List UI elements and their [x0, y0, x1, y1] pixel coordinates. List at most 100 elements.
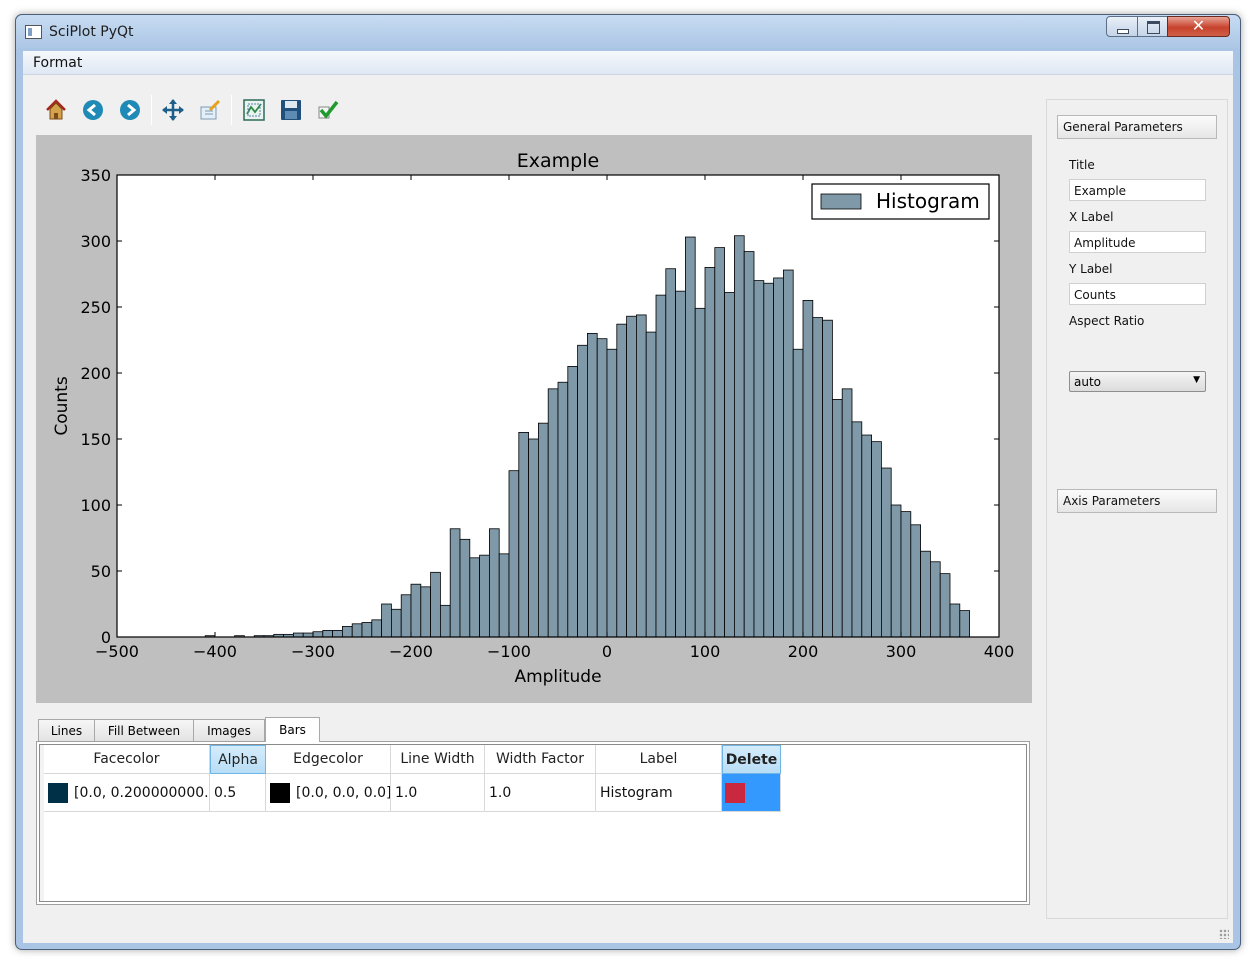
cell-line-width[interactable]: 1.0: [391, 774, 485, 812]
title-bar[interactable]: SciPlot PyQt ✕: [16, 15, 1240, 51]
window-title: SciPlot PyQt: [49, 24, 134, 40]
histogram-bar: [920, 550, 931, 638]
title-input[interactable]: Example: [1069, 179, 1206, 201]
title-label: Title: [1069, 158, 1095, 172]
histogram-bar: [528, 438, 539, 638]
y-tick-label: 0: [101, 628, 111, 647]
header-edgecolor[interactable]: Edgecolor: [266, 745, 391, 774]
histogram-bar: [763, 282, 774, 638]
minimize-button[interactable]: [1106, 16, 1138, 37]
histogram-bar: [645, 331, 657, 638]
histogram-bar: [439, 604, 451, 638]
toolbar-separator: [231, 95, 232, 125]
histogram-bar: [577, 344, 588, 638]
histogram-bar: [783, 269, 794, 638]
chart-title: Example: [517, 150, 599, 172]
menu-bar: Format: [23, 51, 1233, 75]
histogram-bar: [312, 631, 324, 638]
histogram-bar: [704, 266, 716, 638]
y-tick-label: 50: [91, 562, 111, 581]
header-label[interactable]: Label: [596, 745, 722, 774]
histogram-bar: [361, 622, 373, 638]
histogram-bar: [890, 504, 902, 638]
aspect-ratio-select[interactable]: auto ▼: [1069, 371, 1206, 392]
histogram-bar: [332, 629, 343, 638]
x-tick-label: −300: [291, 642, 335, 661]
header-width-factor[interactable]: Width Factor: [485, 745, 596, 774]
histogram-bar: [724, 292, 735, 638]
save-icon[interactable]: [278, 97, 304, 123]
bars-table[interactable]: Facecolor Alpha Edgecolor Line Width Wid…: [39, 744, 1027, 902]
zoom-icon[interactable]: [197, 97, 223, 123]
x-tick-label: 200: [788, 642, 819, 661]
histogram-bar: [449, 528, 461, 638]
axis-parameters-button[interactable]: Axis Parameters: [1057, 489, 1217, 513]
histogram-bar: [351, 623, 363, 638]
cell-width-factor[interactable]: 1.0: [485, 774, 596, 812]
cell-delete[interactable]: [722, 774, 781, 812]
histogram-bar: [469, 557, 480, 638]
x-tick-label: 100: [690, 642, 721, 661]
histogram-chart[interactable]: −500 −400 −300 −200 −100 0 100 200 300 4000501001…: [36, 135, 1032, 703]
tab-images[interactable]: Images: [193, 719, 265, 741]
toolbar-separator: [151, 95, 152, 125]
histogram-bar: [881, 467, 892, 638]
histogram-bar: [459, 538, 471, 638]
histogram-bar: [616, 323, 627, 638]
apply-check-icon[interactable]: [315, 97, 341, 123]
histogram-bar: [832, 398, 843, 638]
histogram-bar: [430, 571, 441, 638]
home-icon[interactable]: [43, 97, 69, 123]
cell-facecolor[interactable]: [0.0, 0.200000000...: [44, 774, 210, 812]
histogram-bar: [400, 594, 412, 638]
histogram-bar: [498, 553, 510, 638]
histogram-bar: [694, 307, 706, 638]
resize-grip[interactable]: [1219, 929, 1229, 939]
histogram-bar: [900, 511, 912, 638]
y-label-label: Y Label: [1069, 262, 1113, 276]
parameters-panel: General Parameters Title Example X Label…: [1046, 99, 1228, 919]
histogram-bar: [626, 315, 637, 638]
histogram-bar: [861, 434, 872, 638]
histogram-bar: [479, 554, 490, 638]
x-tick-label: −400: [193, 642, 237, 661]
cell-alpha[interactable]: 0.5: [210, 774, 266, 812]
tab-fill-between[interactable]: Fill Between: [94, 719, 194, 741]
header-facecolor[interactable]: Facecolor: [44, 745, 210, 774]
pan-icon[interactable]: [160, 97, 186, 123]
header-alpha[interactable]: Alpha: [210, 745, 266, 774]
menu-format[interactable]: Format: [33, 55, 82, 71]
main-window: SciPlot PyQt ✕ Format −500 −400 −300 −20…: [15, 14, 1241, 950]
aspect-ratio-label: Aspect Ratio: [1069, 314, 1145, 328]
maximize-button[interactable]: [1137, 16, 1168, 37]
histogram-bar: [636, 314, 647, 638]
histogram-bar: [341, 626, 353, 638]
y-label-input[interactable]: Counts: [1069, 283, 1206, 305]
plot-canvas[interactable]: −500 −400 −300 −200 −100 0 100 200 300 400 0 50 100 1…: [36, 135, 1032, 703]
header-delete[interactable]: Delete: [722, 745, 781, 774]
histogram-bar: [655, 294, 667, 638]
close-button[interactable]: ✕: [1167, 16, 1230, 37]
delete-swatch[interactable]: [725, 782, 745, 803]
x-tick-label: 300: [886, 642, 917, 661]
histogram-bar: [567, 365, 578, 638]
general-parameters-button[interactable]: General Parameters: [1057, 115, 1217, 139]
forward-arrow-icon[interactable]: [117, 97, 143, 123]
configure-subplots-icon[interactable]: [241, 97, 267, 123]
x-label-input[interactable]: Amplitude: [1069, 231, 1206, 253]
back-arrow-icon[interactable]: [80, 97, 106, 123]
edgecolor-swatch: [270, 782, 290, 803]
x-label-label: X Label: [1069, 210, 1114, 224]
histogram-bar: [871, 441, 882, 638]
cell-edgecolor[interactable]: [0.0, 0.0, 0.0]: [266, 774, 391, 812]
histogram-bar: [959, 610, 970, 638]
client-area: Format −500 −400 −300 −200 −100 0 100 20…: [23, 51, 1233, 943]
histogram-bar: [596, 338, 608, 638]
tab-bars[interactable]: Bars: [265, 717, 320, 742]
tab-lines[interactable]: Lines: [38, 719, 95, 741]
histogram-bar: [322, 629, 333, 638]
cell-label[interactable]: Histogram: [596, 774, 722, 812]
histogram-bar: [753, 280, 765, 638]
header-line-width[interactable]: Line Width: [391, 745, 485, 774]
histogram-bar: [822, 319, 833, 638]
